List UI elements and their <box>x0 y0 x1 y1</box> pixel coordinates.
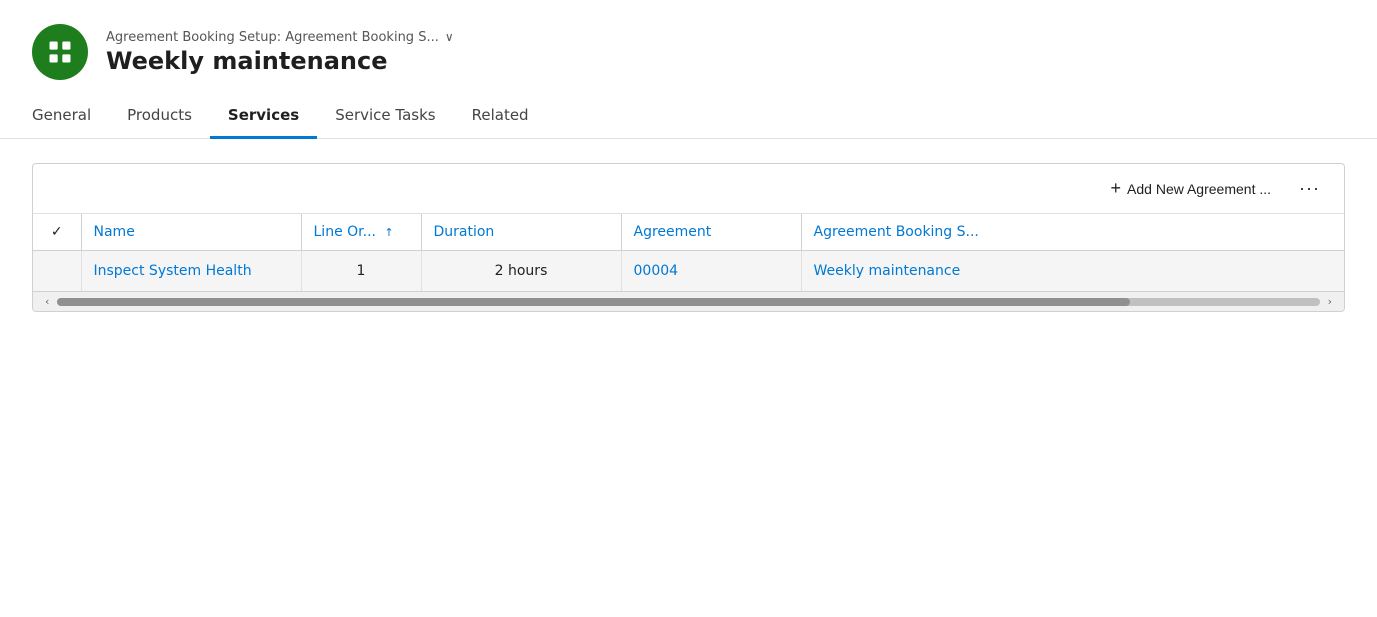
table-header: ✓ Name Line Or... ↑ Duration Agreement <box>33 214 1344 251</box>
row-agreement-cell[interactable]: 00004 <box>621 251 801 292</box>
column-duration-label: Duration <box>434 224 495 240</box>
tab-general[interactable]: General <box>32 96 109 139</box>
inspect-system-health-link[interactable]: Inspect System Health <box>94 263 252 279</box>
add-new-agreement-button[interactable]: + Add New Agreement ... <box>1103 174 1279 203</box>
tab-related[interactable]: Related <box>454 96 547 139</box>
tab-service-tasks[interactable]: Service Tasks <box>317 96 453 139</box>
breadcrumb-text: Agreement Booking Setup: Agreement Booki… <box>106 30 439 45</box>
tab-navigation: General Products Services Service Tasks … <box>0 96 1377 139</box>
add-new-label: Add New Agreement ... <box>1127 181 1271 197</box>
sort-ascending-icon: ↑ <box>384 226 393 239</box>
table-header-row: ✓ Name Line Or... ↑ Duration Agreement <box>33 214 1344 251</box>
scroll-left-arrow[interactable]: ‹ <box>41 293 53 310</box>
scroll-right-arrow[interactable]: › <box>1324 293 1336 310</box>
table-row: Inspect System Health 1 2 hours 00004 We… <box>33 251 1344 292</box>
column-lineorder-label: Line Or... <box>314 224 376 240</box>
agreement-booking-link[interactable]: Weekly maintenance <box>814 263 961 279</box>
column-header-agreement-booking[interactable]: Agreement Booking S... <box>801 214 1344 251</box>
row-agrbooking-cell[interactable]: Weekly maintenance <box>801 251 1344 292</box>
plus-icon: + <box>1111 178 1122 199</box>
record-icon <box>32 24 88 80</box>
column-header-check[interactable]: ✓ <box>33 214 81 251</box>
row-name-cell[interactable]: Inspect System Health <box>81 251 301 292</box>
column-header-agreement[interactable]: Agreement <box>621 214 801 251</box>
services-table-container: + Add New Agreement ... ··· ✓ Name Line … <box>32 163 1345 312</box>
row-duration-cell: 2 hours <box>421 251 621 292</box>
tab-services[interactable]: Services <box>210 96 317 139</box>
row-lineorder-cell: 1 <box>301 251 421 292</box>
table-toolbar: + Add New Agreement ... ··· <box>33 164 1344 214</box>
column-header-lineorder[interactable]: Line Or... ↑ <box>301 214 421 251</box>
table-body: Inspect System Health 1 2 hours 00004 We… <box>33 251 1344 292</box>
tab-products[interactable]: Products <box>109 96 210 139</box>
header-text-block: Agreement Booking Setup: Agreement Booki… <box>106 30 454 75</box>
column-name-label: Name <box>94 224 135 240</box>
agreement-booking-setup-icon <box>46 38 74 66</box>
agreement-link[interactable]: 00004 <box>634 263 679 279</box>
services-table: ✓ Name Line Or... ↑ Duration Agreement <box>33 214 1344 291</box>
row-check-cell[interactable] <box>33 251 81 292</box>
horizontal-scrollbar[interactable]: ‹ › <box>33 291 1344 311</box>
page-title: Weekly maintenance <box>106 47 454 75</box>
more-options-button[interactable]: ··· <box>1291 174 1328 203</box>
scroll-track[interactable] <box>57 298 1319 306</box>
column-header-duration[interactable]: Duration <box>421 214 621 251</box>
column-header-name[interactable]: Name <box>81 214 301 251</box>
scroll-thumb[interactable] <box>57 298 1130 306</box>
column-agreement-label: Agreement <box>634 224 712 240</box>
page-header: Agreement Booking Setup: Agreement Booki… <box>0 0 1377 96</box>
breadcrumb-chevron-icon: ∨ <box>445 30 454 44</box>
main-content: + Add New Agreement ... ··· ✓ Name Line … <box>0 139 1377 336</box>
column-agrbooking-label: Agreement Booking S... <box>814 224 979 240</box>
breadcrumb[interactable]: Agreement Booking Setup: Agreement Booki… <box>106 30 454 45</box>
